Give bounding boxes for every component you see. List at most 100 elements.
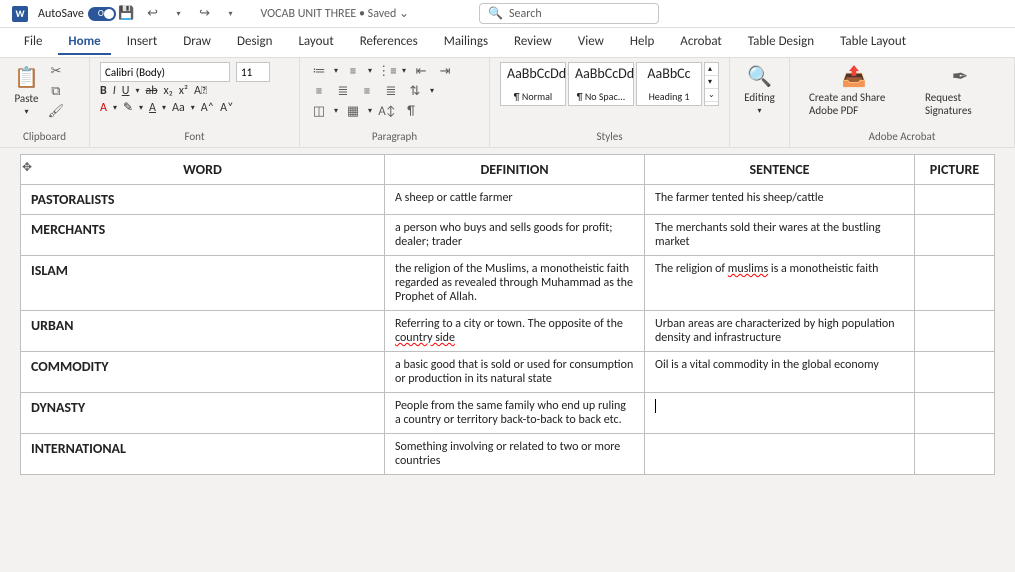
line-spacing-icon[interactable]: ⇅ (406, 82, 424, 100)
tab-layout[interactable]: Layout (288, 30, 343, 55)
style-heading-1[interactable]: AaBbCcHeading 1 (636, 62, 702, 106)
tab-review[interactable]: Review (504, 30, 562, 55)
cell-definition[interactable]: a person who buys and sells goods for pr… (385, 215, 645, 256)
grow-font-button[interactable]: A˄ (201, 101, 214, 115)
tab-help[interactable]: Help (620, 30, 664, 55)
table-row[interactable]: MERCHANTSa person who buys and sells goo… (21, 215, 995, 256)
paste-button[interactable]: 📋 Paste ▾ (10, 63, 43, 119)
qat-customize-icon[interactable]: ▾ (223, 6, 239, 22)
tab-table-design[interactable]: Table Design (738, 30, 824, 55)
align-right-icon[interactable]: ≡ (358, 82, 376, 100)
cell-word[interactable]: URBAN (21, 311, 385, 352)
cell-picture[interactable] (915, 311, 995, 352)
multilevel-list-icon[interactable]: ⋮≡ (378, 62, 396, 80)
style--normal[interactable]: AaBbCcDd¶ Normal (500, 62, 566, 106)
tab-table-layout[interactable]: Table Layout (830, 30, 916, 55)
tab-file[interactable]: File (14, 30, 52, 55)
italic-button[interactable]: I (113, 84, 116, 98)
cell-sentence[interactable]: The religion of muslims is a monotheisti… (645, 256, 915, 311)
tab-acrobat[interactable]: Acrobat (670, 30, 732, 55)
cell-picture[interactable] (915, 215, 995, 256)
text-effects-button[interactable]: A (149, 101, 156, 115)
decrease-indent-icon[interactable]: ⇤ (412, 62, 430, 80)
cell-sentence[interactable]: Urban areas are characterized by high po… (645, 311, 915, 352)
font-size-input[interactable] (236, 62, 270, 82)
save-icon[interactable]: 💾 (119, 6, 135, 22)
style--no-spac-[interactable]: AaBbCcDd¶ No Spac... (568, 62, 634, 106)
cell-word[interactable]: COMMODITY (21, 352, 385, 393)
copy-icon[interactable]: ⧉ (47, 82, 65, 100)
cell-definition[interactable]: a basic good that is sold or used for co… (385, 352, 645, 393)
bullets-icon[interactable]: ≔ (310, 62, 328, 80)
tab-draw[interactable]: Draw (173, 30, 221, 55)
sort-icon[interactable]: A↕ (378, 102, 396, 120)
cell-word[interactable]: DYNASTY (21, 393, 385, 434)
tab-view[interactable]: View (568, 30, 614, 55)
font-name-input[interactable] (100, 62, 230, 82)
format-painter-icon[interactable]: 🖌 (47, 102, 65, 120)
cell-definition[interactable]: A sheep or cattle farmer (385, 185, 645, 215)
search-box[interactable]: 🔍 Search (479, 3, 659, 24)
table-row[interactable]: PASTORALISTSA sheep or cattle farmerThe … (21, 185, 995, 215)
borders-icon[interactable]: ▦ (344, 102, 362, 120)
undo-icon[interactable]: ↩ (145, 6, 161, 22)
cell-sentence[interactable] (645, 393, 915, 434)
table-row[interactable]: INTERNATIONALSomething involving or rela… (21, 434, 995, 475)
table-row[interactable]: DYNASTYPeople from the same family who e… (21, 393, 995, 434)
cell-definition[interactable]: Referring to a city or town. The opposit… (385, 311, 645, 352)
cell-sentence[interactable]: The farmer tented his sheep/cattle (645, 185, 915, 215)
autosave-toggle[interactable]: AutoSave On (38, 7, 109, 21)
request-signatures-button[interactable]: ✒ Request Signatures (921, 62, 999, 119)
cell-sentence[interactable] (645, 434, 915, 475)
cell-definition[interactable]: People from the same family who end up r… (385, 393, 645, 434)
document-surface[interactable]: WORDDEFINITIONSENTENCEPICTURE PASTORALIS… (0, 148, 1015, 572)
highlight-button[interactable]: ✎ (123, 100, 133, 115)
tab-insert[interactable]: Insert (117, 30, 168, 55)
styles-more-button[interactable]: ▴▾⌄ (704, 62, 719, 106)
cell-word[interactable]: INTERNATIONAL (21, 434, 385, 475)
numbering-icon[interactable]: ≡ (344, 62, 362, 80)
clear-formatting-button[interactable]: A⃠ (194, 84, 207, 98)
cell-picture[interactable] (915, 352, 995, 393)
cell-word[interactable]: MERCHANTS (21, 215, 385, 256)
change-case-button[interactable]: Aa (172, 101, 185, 115)
table-row[interactable]: ISLAMthe religion of the Muslims, a mono… (21, 256, 995, 311)
align-left-icon[interactable]: ≡ (310, 82, 328, 100)
strikethrough-button[interactable]: ab (145, 84, 157, 98)
cell-picture[interactable] (915, 185, 995, 215)
tab-home[interactable]: Home (58, 30, 110, 55)
tab-mailings[interactable]: Mailings (434, 30, 498, 55)
font-color-button[interactable]: A (100, 101, 107, 115)
redo-icon[interactable]: ↪ (197, 6, 213, 22)
show-marks-icon[interactable]: ¶ (402, 102, 420, 120)
table-row[interactable]: URBANReferring to a city or town. The op… (21, 311, 995, 352)
table-select-handle-icon[interactable]: ✥ (22, 160, 32, 175)
cell-picture[interactable] (915, 434, 995, 475)
tab-references[interactable]: References (350, 30, 428, 55)
document-title[interactable]: VOCAB UNIT THREE • Saved ⌄ (261, 6, 410, 21)
styles-gallery[interactable]: AaBbCcDd¶ NormalAaBbCcDd¶ No Spac...AaBb… (500, 62, 719, 106)
tab-design[interactable]: Design (227, 30, 282, 55)
vocab-table[interactable]: WORDDEFINITIONSENTENCEPICTURE PASTORALIS… (20, 154, 995, 475)
undo-dropdown-icon[interactable]: ▾ (171, 6, 187, 22)
cell-picture[interactable] (915, 256, 995, 311)
superscript-button[interactable]: x² (179, 84, 188, 98)
align-center-icon[interactable]: ≣ (334, 82, 352, 100)
create-share-pdf-button[interactable]: 📤 Create and Share Adobe PDF (805, 62, 903, 119)
cell-definition[interactable]: Something involving or related to two or… (385, 434, 645, 475)
cut-icon[interactable]: ✂ (47, 62, 65, 80)
table-row[interactable]: COMMODITYa basic good that is sold or us… (21, 352, 995, 393)
justify-icon[interactable]: ≣ (382, 82, 400, 100)
cell-definition[interactable]: the religion of the Muslims, a monotheis… (385, 256, 645, 311)
subscript-button[interactable]: x₂ (164, 84, 173, 98)
shading-icon[interactable]: ◫ (310, 102, 328, 120)
shrink-font-button[interactable]: A˅ (220, 101, 233, 115)
underline-button[interactable]: U (122, 84, 130, 98)
cell-word[interactable]: ISLAM (21, 256, 385, 311)
increase-indent-icon[interactable]: ⇥ (436, 62, 454, 80)
cell-word[interactable]: PASTORALISTS (21, 185, 385, 215)
editing-button[interactable]: 🔍 Editing ▾ (740, 62, 779, 118)
cell-sentence[interactable]: Oil is a vital commodity in the global e… (645, 352, 915, 393)
bold-button[interactable]: B (100, 84, 107, 98)
cell-picture[interactable] (915, 393, 995, 434)
